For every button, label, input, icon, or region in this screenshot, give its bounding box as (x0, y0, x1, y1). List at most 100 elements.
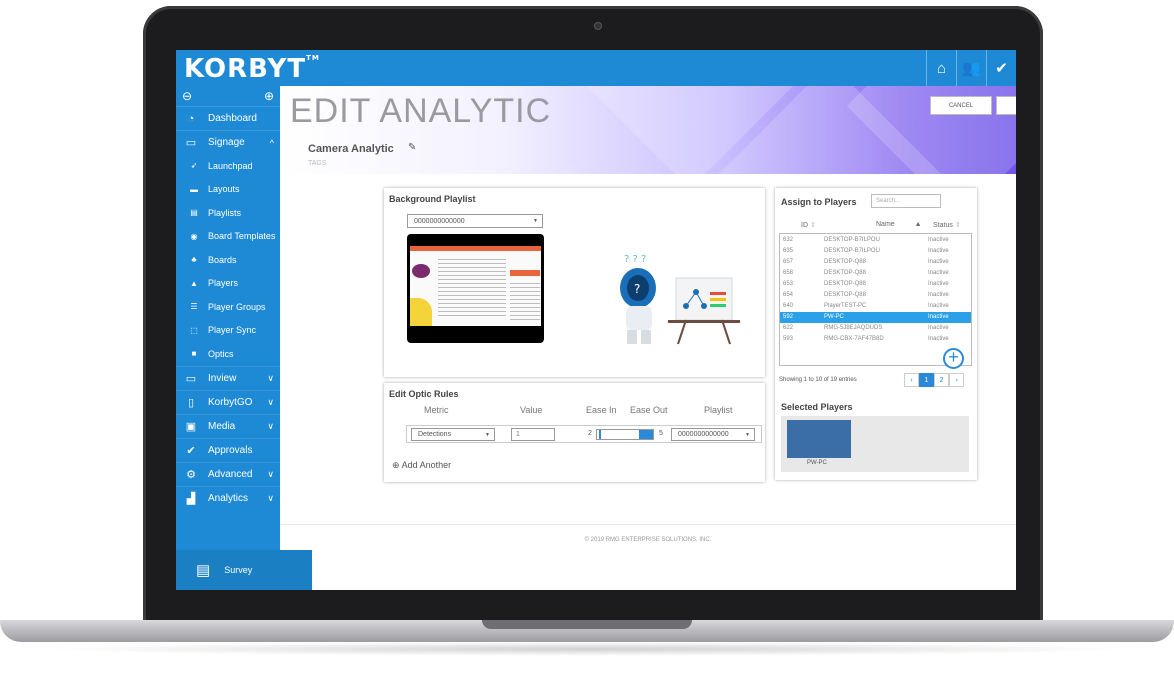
sidebar-sub-label: Optics (208, 348, 234, 359)
rule-playlist-select[interactable]: 0000000000000 ▼ (671, 428, 755, 441)
collapse-left-icon[interactable]: ⊖ (182, 89, 192, 103)
card-title: Edit Optic Rules (389, 389, 459, 399)
sidebar-sub-players[interactable]: ▲ Players (176, 272, 280, 296)
trademark: TM (306, 54, 320, 62)
sidebar-sub-playlists[interactable]: ▤ Playlists (176, 201, 280, 225)
sidebar-sub-label: Board Templates (208, 231, 276, 242)
cell-id: 654 (783, 292, 794, 299)
table-row[interactable]: 635 DESKTOP-B7ILPOU Inactive (780, 245, 971, 256)
chevron-down-icon: ∨ (267, 468, 274, 479)
sidebar-item-korbytgo[interactable]: ▯ KorbytGO ∨ (176, 389, 280, 414)
sidebar-sub-launchpad[interactable]: ➶ Launchpad (176, 154, 280, 178)
selected-player-name: PW-PC (807, 460, 827, 466)
column-status[interactable]: Status ⇕ (933, 221, 961, 229)
sort-icon: ⇕ (809, 222, 816, 229)
top-bar: KORBYTTM ⌂ 👥 ✔ (176, 50, 1016, 86)
sidebar-item-survey[interactable]: ▤ Survey (176, 550, 312, 590)
ease-out-value: 5 (659, 430, 663, 437)
selected-players-title: Selected Players (781, 402, 853, 412)
pencil-icon[interactable]: ✎ (408, 142, 416, 153)
cancel-button[interactable]: CANCEL (930, 96, 992, 115)
sidebar-item-dashboard[interactable]: ◔ Dashboard (176, 106, 280, 130)
sidebar-sub-boards[interactable]: ♣ Boards (176, 248, 280, 272)
tags-label[interactable]: TAGS (308, 160, 327, 167)
cell-status: Inactive (928, 247, 949, 254)
astronaut-illustration: ? ? ? ? (620, 254, 740, 345)
gears-icon: ⚙ (186, 468, 196, 481)
ease-slider[interactable] (596, 429, 654, 440)
sidebar-item-label: Inview (208, 372, 237, 384)
ease-out-handle[interactable] (639, 430, 653, 439)
cell-id: 632 (783, 236, 794, 243)
sidebar-item-inview[interactable]: ▭ Inview ∨ (176, 365, 280, 390)
cell-id: 592 (783, 314, 794, 321)
table-row[interactable]: 632 DESKTOP-B7ILPOU Inactive (780, 234, 971, 245)
prev-page-button[interactable]: ‹ (904, 373, 919, 387)
monitor-icon: ▭ (185, 137, 197, 149)
next-page-button[interactable]: › (949, 373, 964, 387)
korbyt-logo[interactable]: KORBYTTM (184, 54, 320, 84)
table-row[interactable]: 658 DESKTOP-Q88 Inactive (780, 267, 971, 278)
metric-select[interactable]: Detections ▼ (411, 428, 495, 441)
table-row[interactable]: 593 RMG-CBX-7AF47B8D Inactive (780, 334, 971, 345)
sidebar-item-label: Dashboard (208, 113, 257, 124)
ease-in-value: 2 (588, 430, 592, 437)
save-button[interactable] (996, 96, 1016, 115)
sidebar-sub-label: Players (208, 278, 239, 289)
home-icon[interactable]: ⌂ (926, 50, 956, 86)
chevron-down-icon: ▼ (485, 431, 490, 438)
value-input[interactable]: 1 (511, 428, 555, 441)
sidebar-item-media[interactable]: ▣ Media ∨ (176, 413, 280, 438)
select-value: Detections (418, 431, 452, 438)
svg-text:? ? ?: ? ? ? (624, 254, 646, 265)
selected-player-tile[interactable] (787, 420, 851, 458)
sidebar-item-advanced[interactable]: ⚙ Advanced ∨ (176, 461, 280, 486)
ease-in-handle[interactable] (599, 430, 601, 439)
tablet-icon: ▯ (187, 396, 195, 409)
sidebar-sub-board-templates[interactable]: ◉ Board Templates (176, 225, 280, 249)
sidebar-sub-player-sync[interactable]: ⬚ Player Sync (176, 319, 280, 343)
cell-id: 658 (783, 269, 794, 276)
page-2-button[interactable]: 2 (934, 373, 949, 387)
pagination-info: Showing 1 to 10 of 19 entries (779, 377, 857, 383)
table-row[interactable]: 657 DESKTOP-Q88 Inactive (780, 256, 971, 267)
add-another-button[interactable]: ⊕ Add Another (392, 460, 451, 471)
sync-icon: ⬚ (190, 325, 198, 335)
plus-circle-icon: ⊕ (392, 460, 400, 470)
table-row[interactable]: 640 PlayerTEST-PC Inactive (780, 301, 971, 312)
column-ease-in: Ease In (586, 405, 617, 415)
table-row[interactable]: 653 DESKTOP-Q88 Inactive (780, 278, 971, 289)
sidebar-item-signage[interactable]: ▭ Signage ^ (176, 130, 280, 154)
add-player-icon[interactable]: + (943, 348, 964, 369)
cell-status: Inactive (928, 336, 949, 343)
sidebar-sub-player-groups[interactable]: ☰ Player Groups (176, 295, 280, 319)
analytic-name[interactable]: Camera Analytic (308, 143, 394, 155)
column-name[interactable]: Name ▲ (876, 221, 922, 228)
cell-name: DESKTOP-B7ILPOU (824, 247, 880, 254)
cell-id: 653 (783, 280, 794, 287)
cell-name: DESKTOP-Q88 (824, 269, 866, 276)
table-row[interactable]: 622 RMG-5J8EJAQDUDS Inactive (780, 323, 971, 334)
cell-name: DESKTOP-B7ILPOU (824, 236, 880, 243)
select-value: 0000000000000 (414, 217, 465, 225)
sidebar-item-analytics[interactable]: ▟ Analytics ∨ (176, 485, 280, 510)
table-row-selected[interactable]: 592 PW-PC Inactive (780, 311, 971, 323)
column-label: Status (933, 222, 953, 229)
sidebar-sub-optics[interactable]: ■ Optics (176, 342, 280, 366)
background-playlist-select[interactable]: 0000000000000 ▼ (407, 214, 543, 228)
chart-icon: ▟ (186, 492, 196, 505)
users-icon[interactable]: 👥 (956, 50, 986, 86)
table-row[interactable]: 654 DESKTOP-Q88 Inactive (780, 289, 971, 300)
logo-text: KORBYT (184, 54, 307, 84)
sidebar-item-approvals[interactable]: ✔ Approvals (176, 437, 280, 462)
column-value: Value (520, 405, 543, 415)
pagination: ‹ 1 2 › (904, 373, 964, 387)
sidebar-sub-layouts[interactable]: ▬ Layouts (176, 178, 280, 202)
collapse-down-icon[interactable]: ⊕ (264, 89, 274, 103)
player-search-input[interactable]: Search... (871, 194, 941, 208)
check-icon[interactable]: ✔ (986, 50, 1016, 86)
column-id[interactable]: ID ⇕ (801, 221, 816, 229)
sidebar-item-label: Advanced (208, 468, 253, 480)
layout-icon: ▬ (190, 184, 198, 194)
page-1-button[interactable]: 1 (919, 373, 934, 387)
